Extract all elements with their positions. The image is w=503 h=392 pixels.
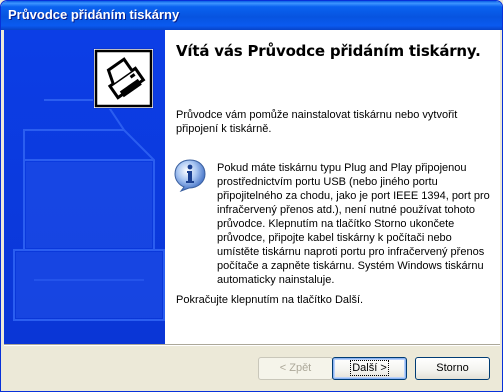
title-bar[interactable]: Průvodce přidáním tiskárny	[1, 1, 502, 30]
wizard-side-panel	[4, 30, 165, 344]
info-icon	[174, 159, 206, 192]
plug-and-play-info: Pokud máte tiskárnu typu Plug and Play p…	[217, 162, 490, 286]
next-button[interactable]: Další >	[332, 357, 407, 380]
back-button[interactable]: < Zpět	[258, 357, 333, 380]
printer-wizard-icon	[93, 48, 154, 109]
window-title: Průvodce přidáním tiskárny	[8, 7, 180, 22]
cancel-button-label: Storno	[436, 362, 469, 374]
wizard-content: Vítá vás Průvodce přidáním tiskárny. Prů…	[165, 30, 500, 344]
next-button-label: Další >	[350, 360, 389, 376]
wizard-window: Průvodce přidáním tiskárny Vítá vás Prův…	[0, 0, 503, 392]
page-title: Vítá vás Průvodce přidáním tiskárny.	[176, 42, 481, 60]
printer-watermark	[13, 99, 165, 321]
intro-text: Průvodce vám pomůže nainstalovat tiskárn…	[176, 109, 458, 135]
button-separator	[4, 344, 500, 346]
back-button-label: < Zpět	[279, 362, 312, 374]
closing-instruction: Pokračujte klepnutím na tlačítko Další.	[176, 294, 364, 306]
cancel-button[interactable]: Storno	[415, 357, 490, 380]
